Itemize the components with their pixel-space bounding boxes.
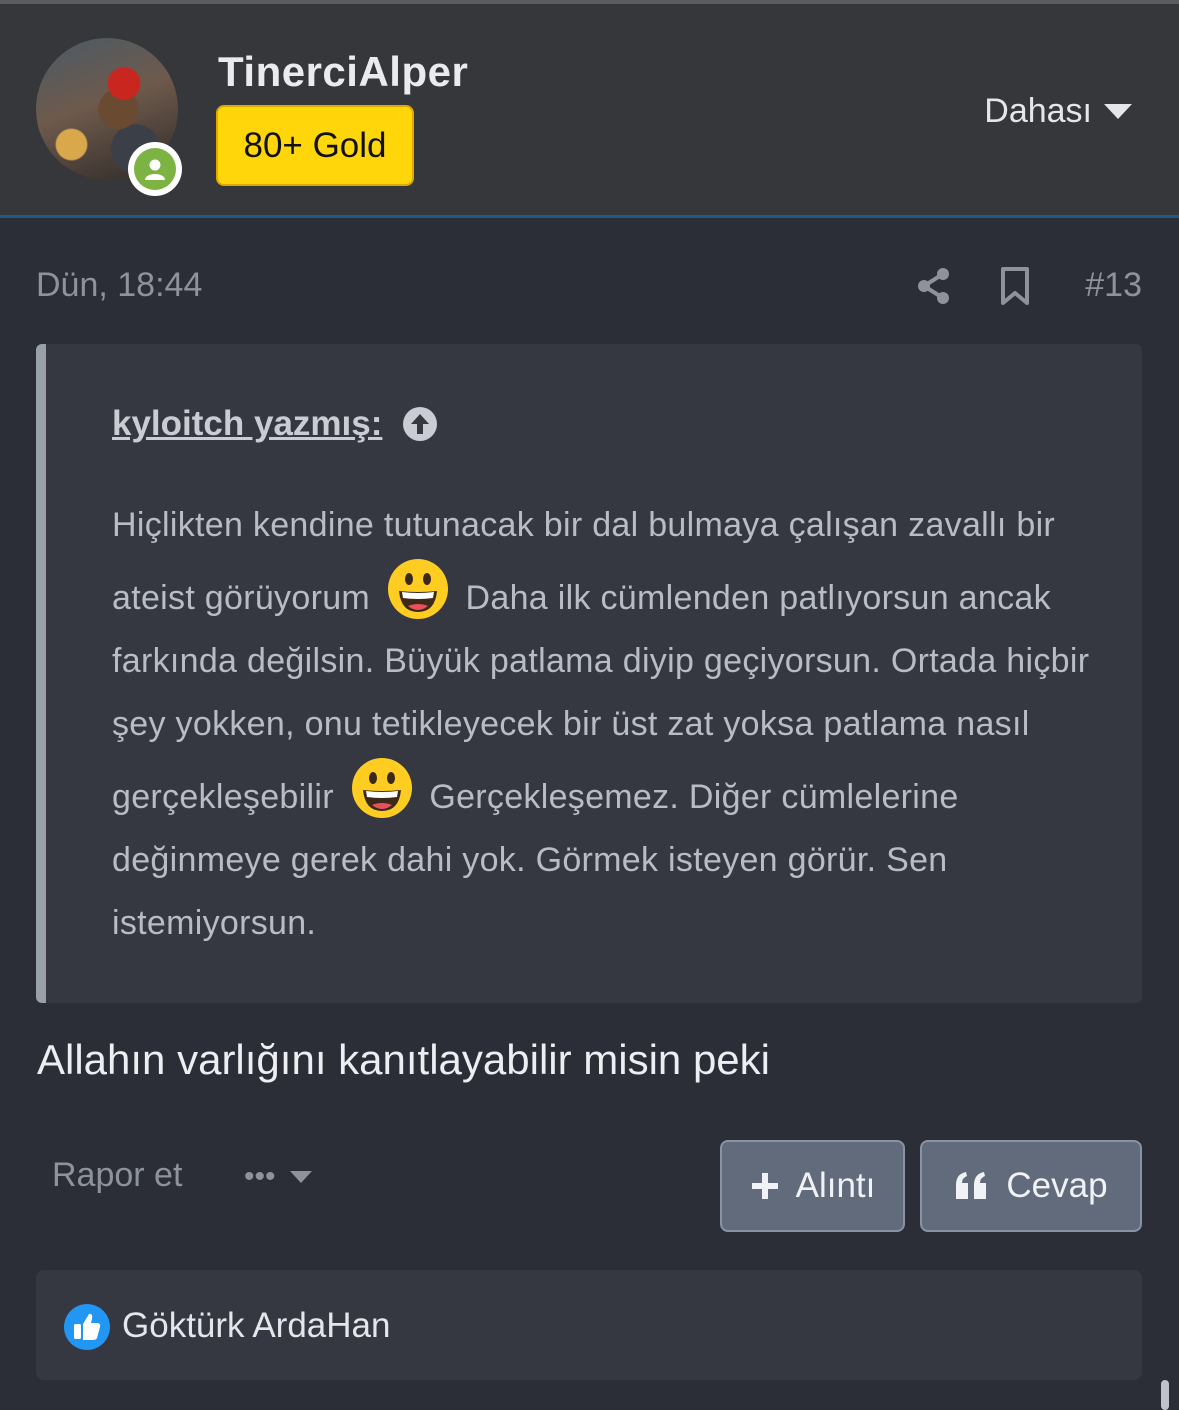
quote-author-link[interactable]: kyloitch yazmış: xyxy=(112,404,438,444)
more-actions-button[interactable]: ••• xyxy=(244,1160,312,1194)
username[interactable]: TinerciAlper xyxy=(218,48,468,96)
avatar[interactable] xyxy=(36,38,182,196)
post-meta: Dün, 18:44 #13 xyxy=(36,262,1142,312)
online-status-badge xyxy=(128,142,182,196)
share-icon[interactable] xyxy=(916,266,952,306)
quote-block: kyloitch yazmış: Hiçlikten kendine tutun… xyxy=(36,344,1142,1003)
grinning-face-icon xyxy=(387,559,448,619)
more-menu-label: Dahası xyxy=(984,92,1092,130)
scrollbar[interactable] xyxy=(1161,1380,1169,1410)
post-number[interactable]: #13 xyxy=(1085,266,1142,305)
quote-button[interactable]: Alıntı xyxy=(720,1140,905,1232)
reactions-bar: Göktürk ArdaHan xyxy=(36,1270,1142,1380)
reaction-users-link[interactable]: Göktürk ArdaHan xyxy=(122,1306,390,1346)
user-online-icon xyxy=(134,148,176,190)
plus-icon xyxy=(751,1173,778,1199)
post-header: TinerciAlper 80+ Gold Dahası xyxy=(0,4,1179,218)
rank-badge: 80+ Gold xyxy=(216,105,414,186)
quote-author-label: kyloitch yazmış: xyxy=(112,404,383,443)
thumbs-up-icon xyxy=(64,1304,110,1350)
bookmark-icon[interactable] xyxy=(998,266,1032,306)
report-link[interactable]: Rapor et xyxy=(52,1156,182,1195)
reply-button[interactable]: Cevap xyxy=(920,1140,1142,1232)
grinning-face-icon xyxy=(351,758,412,818)
more-actions-dots: ••• xyxy=(244,1160,276,1193)
more-menu-button[interactable]: Dahası xyxy=(984,92,1132,131)
quote-marks-icon xyxy=(956,1172,987,1199)
caret-down-icon xyxy=(289,1171,312,1183)
quote-text: Hiçlikten kendine tutunacak bir dal bulm… xyxy=(112,494,1102,955)
quote-button-label: Alıntı xyxy=(795,1166,876,1205)
reply-button-label: Cevap xyxy=(1006,1166,1108,1205)
post-message: Allahın varlığını kanıtlayabilir misin p… xyxy=(37,1036,770,1083)
caret-down-icon xyxy=(1104,104,1132,119)
arrow-up-circle-icon[interactable] xyxy=(402,406,438,442)
post-date[interactable]: Dün, 18:44 xyxy=(36,266,202,305)
